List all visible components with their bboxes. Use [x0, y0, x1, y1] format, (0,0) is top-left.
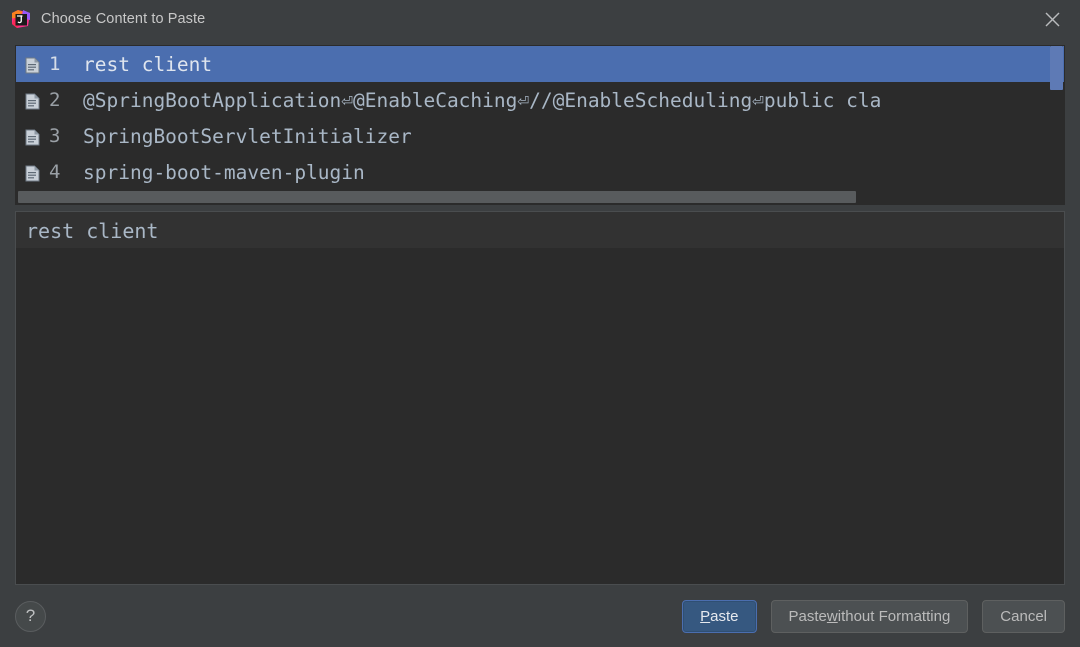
choose-content-to-paste-dialog: Choose Content to Paste 1 rest client 2 … — [0, 0, 1080, 647]
dialog-titlebar: Choose Content to Paste — [0, 0, 1080, 38]
list-item-label: rest client — [83, 52, 213, 76]
document-icon — [25, 56, 40, 73]
dialog-footer: ? Paste Paste w ithout Formatting Cancel — [0, 585, 1080, 647]
dialog-title: Choose Content to Paste — [41, 11, 206, 27]
list-item-index: 1 — [49, 53, 61, 75]
help-button[interactable]: ? — [15, 600, 46, 632]
clipboard-history-list[interactable]: 1 rest client 2 @SpringBootApplication⏎@… — [15, 45, 1065, 205]
paste-without-formatting-button[interactable]: Paste w ithout Formatting — [770, 599, 969, 633]
list-item-index: 3 — [49, 125, 61, 147]
paste-preview-text: rest client — [26, 219, 159, 243]
vertical-scrollbar[interactable] — [1050, 46, 1063, 204]
list-item-index: 2 — [49, 89, 61, 111]
list-item[interactable]: 1 rest client — [16, 46, 1064, 82]
list-rows: 1 rest client 2 @SpringBootApplication⏎@… — [16, 46, 1064, 204]
document-icon — [25, 92, 40, 109]
horizontal-scrollbar-thumb[interactable] — [18, 191, 856, 203]
horizontal-scrollbar[interactable] — [18, 191, 1042, 203]
close-icon[interactable] — [1024, 0, 1080, 38]
intellij-idea-icon — [11, 9, 31, 29]
paste-button[interactable]: Paste — [682, 599, 757, 633]
document-icon — [25, 128, 40, 145]
vertical-scrollbar-thumb[interactable] — [1050, 46, 1063, 90]
list-item[interactable]: 4 spring-boot-maven-plugin — [16, 154, 1064, 190]
paste-without-formatting-label: ithout Formatting — [837, 607, 951, 625]
list-item[interactable]: 3 SpringBootServletInitializer — [16, 118, 1064, 154]
paste-preview[interactable]: rest client — [15, 211, 1065, 585]
document-icon — [25, 164, 40, 181]
paste-button-label: aste — [710, 607, 739, 625]
cancel-button[interactable]: Cancel — [982, 599, 1065, 633]
paste-button-mnemonic: P — [700, 607, 711, 625]
list-item-label: spring-boot-maven-plugin — [83, 160, 365, 184]
list-item-label: @SpringBootApplication⏎@EnableCaching⏎//… — [83, 88, 882, 112]
list-item-index: 4 — [49, 161, 61, 183]
paste-without-formatting-prefix: Paste — [788, 607, 827, 625]
paste-without-formatting-mnemonic: w — [826, 607, 838, 625]
list-item-label: SpringBootServletInitializer — [83, 124, 412, 148]
list-item[interactable]: 2 @SpringBootApplication⏎@EnableCaching⏎… — [16, 82, 1064, 118]
